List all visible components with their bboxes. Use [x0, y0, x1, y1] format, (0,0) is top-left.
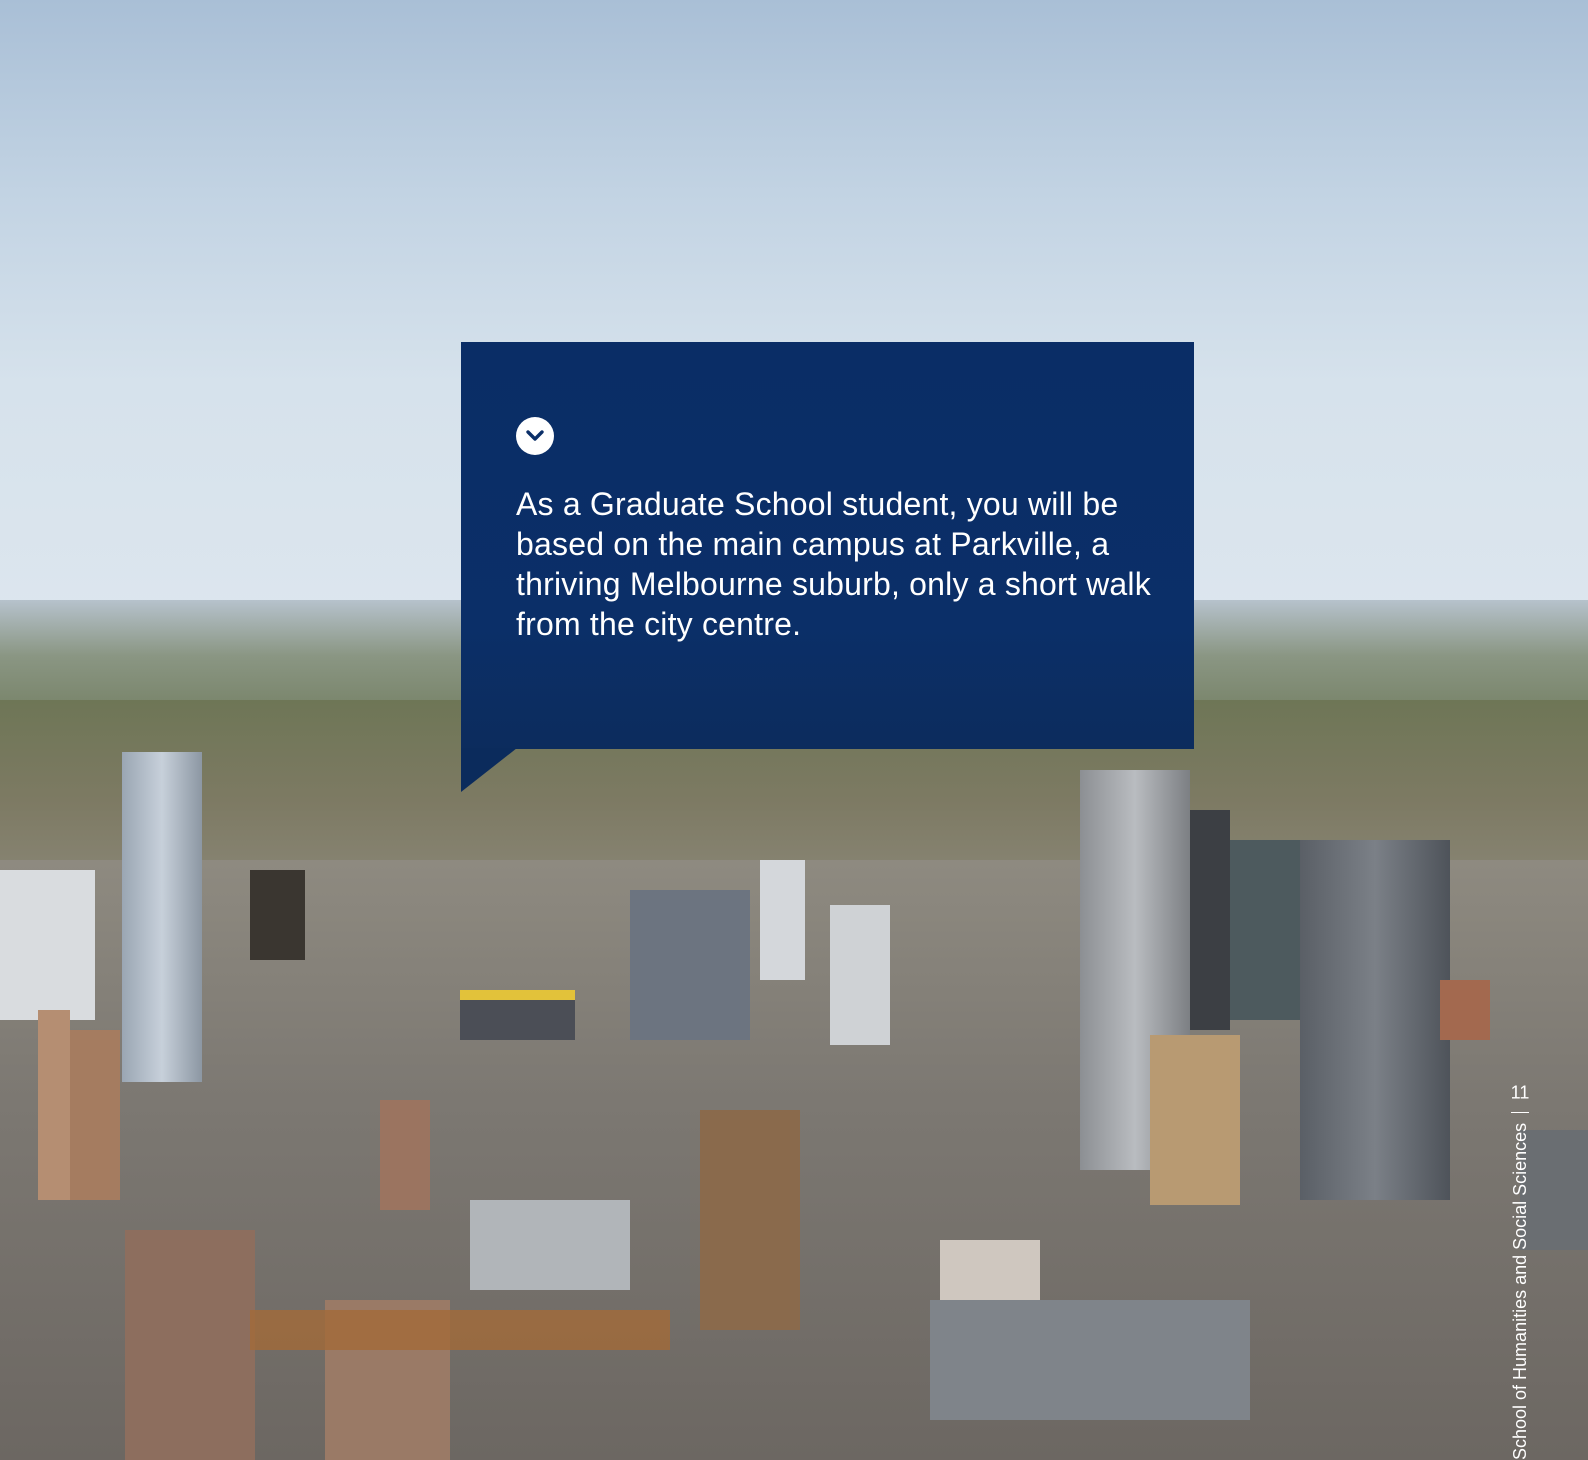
building [1440, 980, 1490, 1040]
vertical-footer: School of Humanities and Social Sciences… [1508, 1082, 1532, 1460]
building [760, 860, 805, 980]
building [1230, 840, 1300, 1020]
school-name: School of Humanities and Social Sciences [1510, 1122, 1530, 1460]
building [0, 870, 95, 1020]
chevron-down-icon [526, 430, 544, 441]
building [930, 1300, 1250, 1420]
building [700, 1110, 800, 1330]
building [380, 1100, 430, 1210]
callout-tail [461, 748, 517, 792]
building [470, 1200, 630, 1290]
building [1300, 840, 1450, 1200]
footer-divider [1511, 1111, 1529, 1113]
page-number: 11 [1510, 1082, 1530, 1103]
building [830, 905, 890, 1045]
building [250, 870, 305, 960]
building [125, 1230, 255, 1460]
building [1150, 1035, 1240, 1205]
chevron-down-circle-icon [516, 417, 554, 455]
building [940, 1240, 1040, 1300]
building [70, 1030, 120, 1200]
building [460, 990, 575, 1040]
brochure-page: As a Graduate School student, you will b… [0, 0, 1588, 1460]
building [122, 752, 202, 1082]
building [630, 890, 750, 1040]
callout-text: As a Graduate School student, you will b… [516, 486, 1151, 642]
building [1190, 810, 1230, 1030]
building [250, 1310, 670, 1350]
building [38, 1010, 70, 1200]
